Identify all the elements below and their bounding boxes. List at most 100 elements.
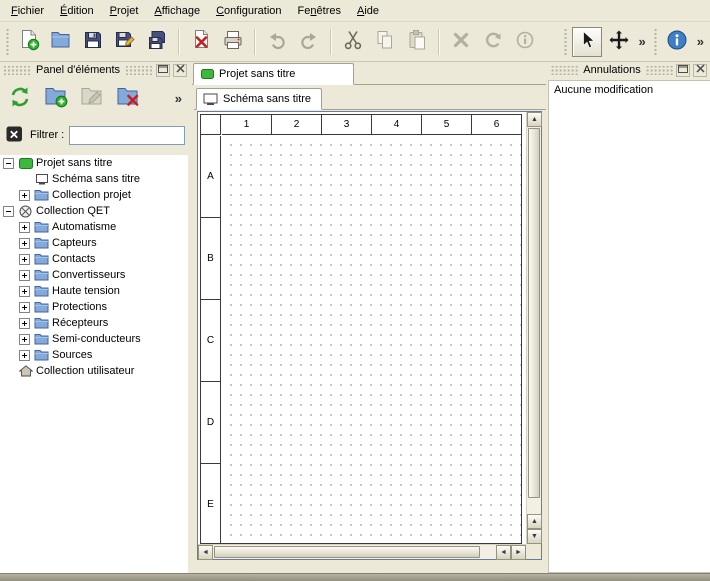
tab-diagram[interactable]: Schéma sans titre [196,88,322,110]
dock-drag-handle[interactable] [646,66,673,75]
delete-element-button[interactable] [113,83,143,113]
expander-plus-icon[interactable] [19,238,30,249]
vertical-scroll-thumb[interactable] [528,128,540,498]
copy-button[interactable] [370,27,400,57]
vertical-scrollbar[interactable]: ▲ ▲ ▼ [526,112,541,544]
dock-drag-handle[interactable] [3,66,31,75]
print-button[interactable] [218,27,248,57]
toolbar-overflow-icon[interactable]: » [636,34,649,49]
expander-plus-icon[interactable] [19,222,30,233]
expander-plus-icon[interactable] [19,254,30,265]
close-panel-button[interactable] [173,64,187,77]
tree-item-haute-tension[interactable]: Haute tension [0,283,188,299]
tree-item-contacts[interactable]: Contacts [0,251,188,267]
redo-button[interactable] [294,27,324,57]
clear-filter-button[interactable] [5,125,25,145]
save-as-button[interactable] [110,27,140,57]
close-document-icon [190,29,212,54]
tree-item-collection-projet[interactable]: Collection projet [0,187,188,203]
expander-plus-icon[interactable] [19,350,30,361]
diagram-grid[interactable] [222,136,521,543]
tree-item-sources[interactable]: Sources [0,347,188,363]
expander-plus-icon[interactable] [19,270,30,281]
rotate-button[interactable] [478,27,508,57]
close-icon [696,64,705,76]
menu-aide[interactable]: Aide [349,0,387,21]
close-panel-button[interactable] [693,64,707,77]
diagram-view[interactable]: 123456 ABCDE ▲ ▲ ▼ ◄ ◄ ► [197,111,542,560]
reload-collections-button[interactable] [5,83,35,113]
dock-drag-handle[interactable] [551,66,578,75]
menu-configuration[interactable]: Configuration [208,0,289,21]
float-panel-button[interactable] [156,64,170,77]
float-icon [678,64,688,76]
toolbar-overflow-icon[interactable]: » [694,34,707,49]
edit-element-button[interactable] [77,83,107,113]
info-button[interactable] [662,27,692,57]
toolbar-drag-handle[interactable] [563,29,568,55]
expander-plus-icon[interactable] [19,318,30,329]
tree-item-collection-qet[interactable]: Collection QET [0,203,188,219]
menu-affichage[interactable]: Affichage [146,0,208,21]
tree-item-récepteurs[interactable]: Récepteurs [0,315,188,331]
toolbar-drag-handle[interactable] [5,29,10,55]
save-button[interactable] [78,27,108,57]
toolbar-overflow-icon[interactable]: » [172,91,185,106]
close-project-button[interactable] [186,27,216,57]
undo-panel-titlebar: Annulations [548,62,710,78]
tree-item-capteurs[interactable]: Capteurs [0,235,188,251]
down-arrow-icon: ▼ [531,533,538,540]
qet-icon [17,205,34,218]
save-all-button[interactable] [142,27,172,57]
filter-input[interactable] [69,126,185,145]
delete-button[interactable] [446,27,476,57]
open-project-button[interactable] [46,27,76,57]
folder-icon [33,301,50,313]
tree-item-collection-utilisateur[interactable]: Collection utilisateur [0,363,188,379]
scroll-down-button[interactable]: ▼ [527,529,542,544]
undo-button[interactable] [262,27,292,57]
new-element-button[interactable] [41,83,71,113]
scroll-up-button[interactable]: ▲ [527,112,542,127]
menu-fichier[interactable]: Fichier [3,0,52,21]
right-arrow-icon: ► [515,549,522,556]
tab-project[interactable]: Projet sans titre [193,63,354,85]
tree-item-label: Protections [52,301,107,313]
cut-button[interactable] [338,27,368,57]
expander-minus-icon[interactable] [3,206,14,217]
expander-plus-icon[interactable] [19,302,30,313]
toolbar-drag-handle[interactable] [653,29,658,55]
toolbar-separator [254,29,256,55]
expander-plus-icon[interactable] [19,286,30,297]
scroll-right-button[interactable]: ► [511,545,526,560]
expander-plus-icon[interactable] [19,190,30,201]
scroll-left-button[interactable]: ◄ [496,545,511,560]
diagram-info-button[interactable] [510,27,540,57]
tree-item-convertisseurs[interactable]: Convertisseurs [0,267,188,283]
scrollbar-corner [526,544,541,559]
dock-drag-handle[interactable] [125,66,153,75]
tree-item-semi-conducteurs[interactable]: Semi-conducteurs [0,331,188,347]
undo-history-list[interactable]: Aucune modification [548,80,710,573]
tree-item-projet-sans-titre[interactable]: Projet sans titre [0,155,188,171]
scroll-left-button[interactable]: ◄ [198,545,213,560]
menu-édition[interactable]: Édition [52,0,102,21]
tree-item-protections[interactable]: Protections [0,299,188,315]
scroll-up-button[interactable]: ▲ [527,514,542,529]
selection-mode-button[interactable] [572,27,602,57]
horizontal-scroll-thumb[interactable] [214,546,480,558]
diagram-tab-label: Schéma sans titre [223,93,311,105]
elements-panel-toolbar: » [0,78,190,118]
paste-icon [406,29,428,54]
menu-fenêtres[interactable]: Fenêtres [290,0,349,21]
paste-button[interactable] [402,27,432,57]
tree-item-automatisme[interactable]: Automatisme [0,219,188,235]
expander-minus-icon[interactable] [3,158,14,169]
expander-plus-icon[interactable] [19,334,30,345]
new-project-button[interactable] [14,27,44,57]
horizontal-scrollbar[interactable]: ◄ ◄ ► [198,544,526,559]
float-panel-button[interactable] [676,64,690,77]
pan-mode-button[interactable] [604,27,634,57]
tree-item-schéma-sans-titre[interactable]: Schéma sans titre [0,171,188,187]
menu-projet[interactable]: Projet [102,0,147,21]
